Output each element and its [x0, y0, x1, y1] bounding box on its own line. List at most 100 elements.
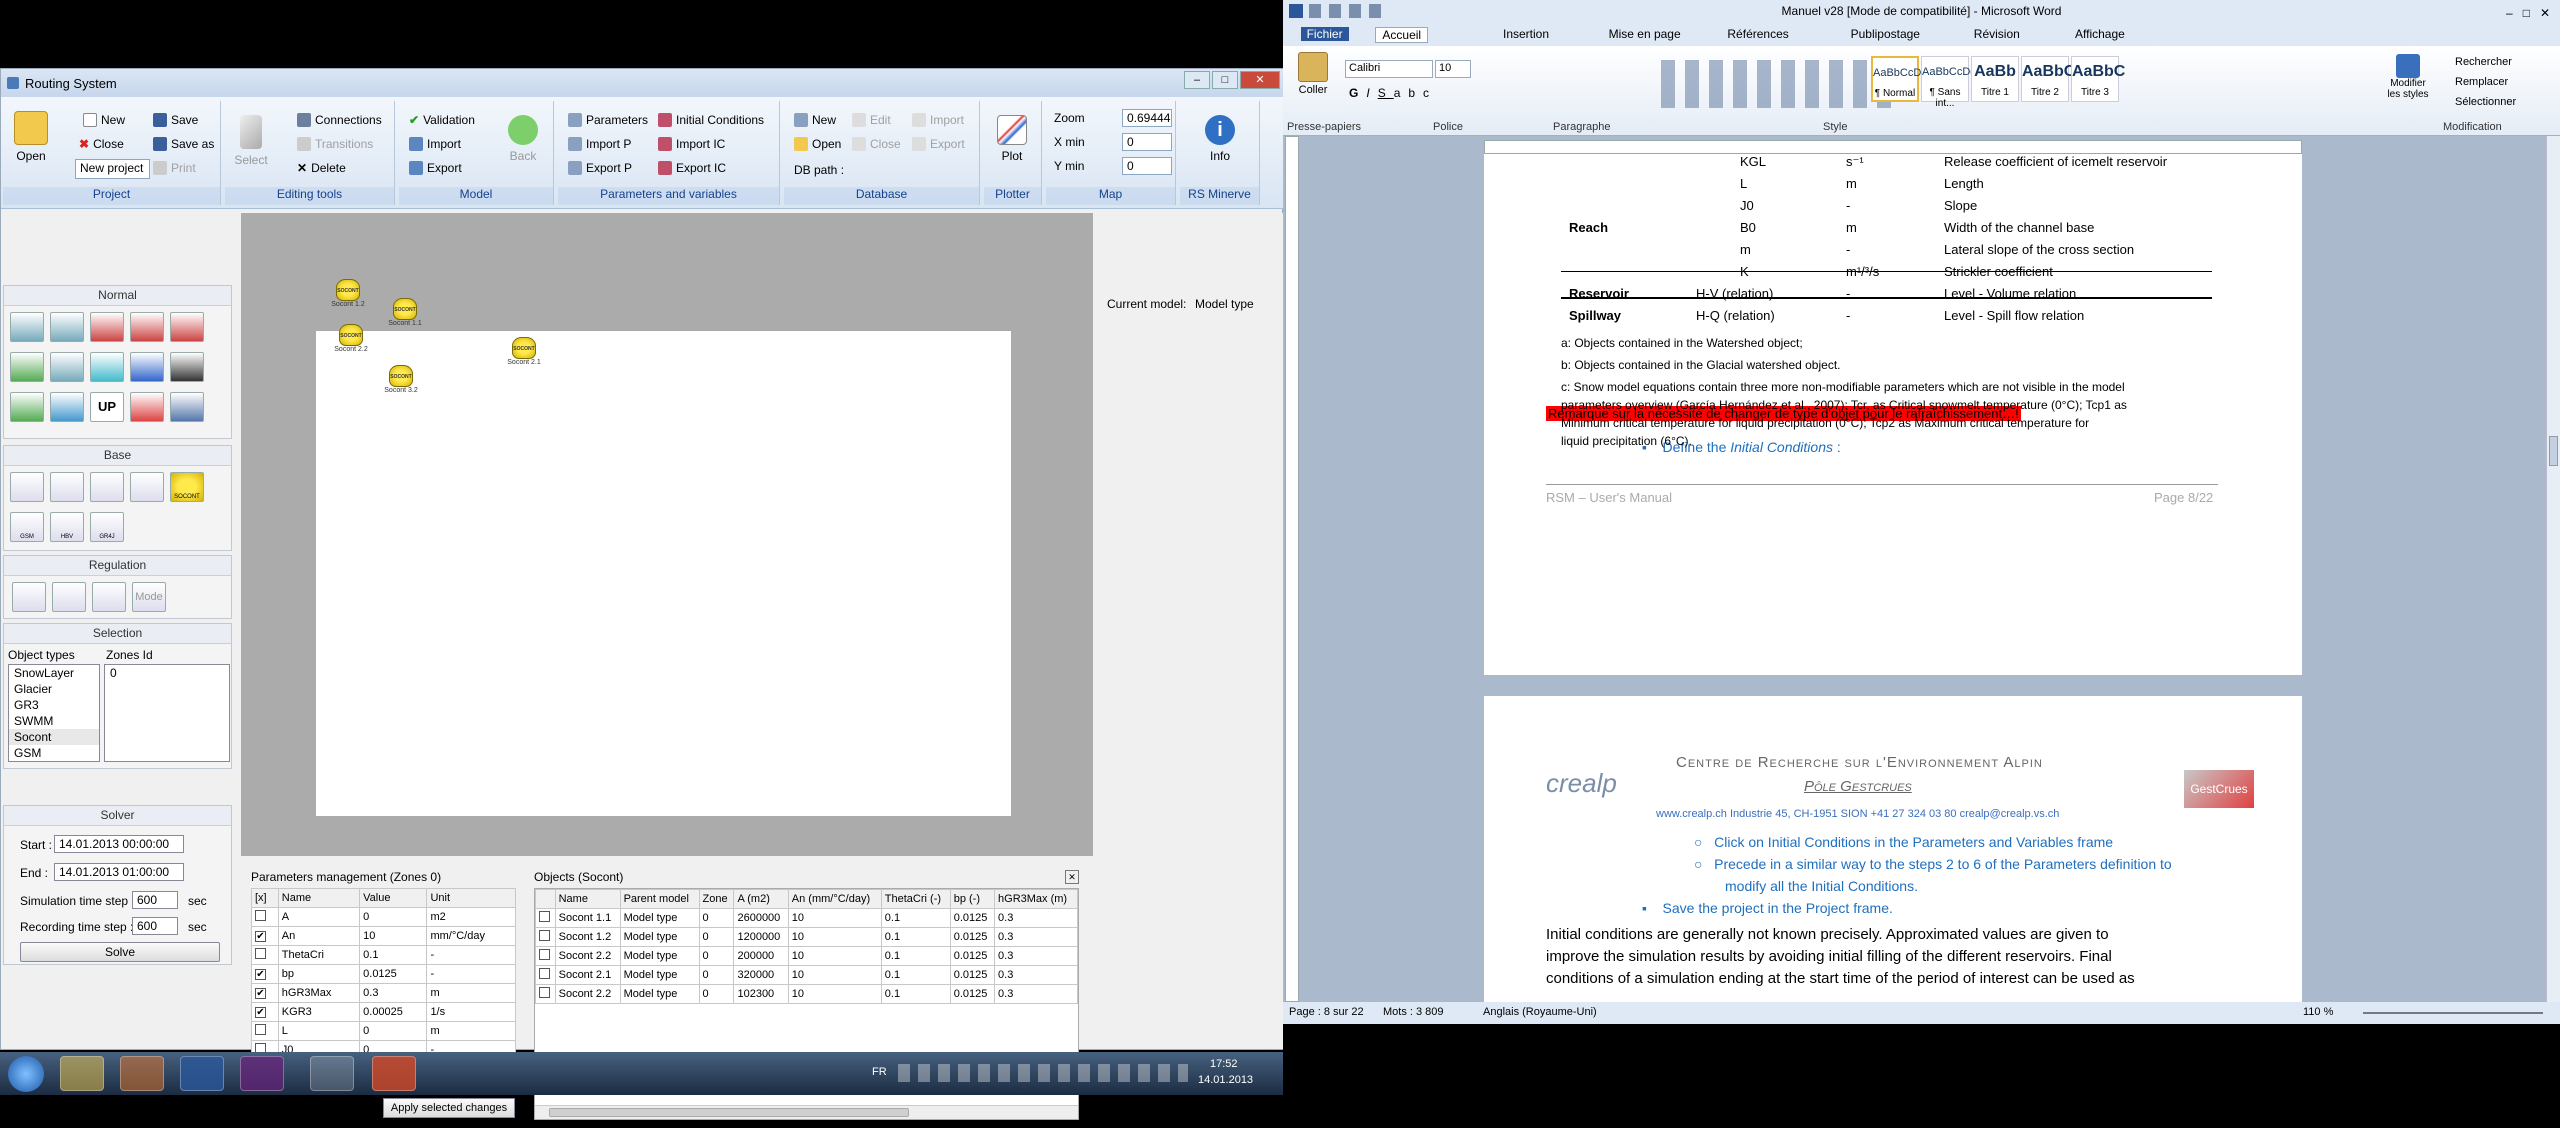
plot-button[interactable]: Plot [992, 115, 1032, 163]
minimize-button[interactable]: – [1184, 71, 1210, 89]
checkbox-checked-icon[interactable]: ✔ [255, 969, 266, 980]
object-cell[interactable]: 0.1 [880, 946, 951, 966]
clock-time[interactable]: 17:52 [1210, 1058, 1238, 1070]
normal-tool-1[interactable] [10, 312, 44, 342]
object-check-cell[interactable] [535, 946, 556, 966]
objects-header-cell[interactable]: bp (-) [949, 889, 996, 909]
object-cell[interactable]: 0.3 [994, 927, 1078, 947]
reservoir-tool[interactable] [12, 582, 46, 612]
param-row[interactable]: ✔ bp 0.0125- [251, 964, 516, 984]
object-cell[interactable]: 0.3 [994, 946, 1078, 966]
object-cell[interactable]: 10 [787, 908, 882, 928]
ymin-input[interactable]: 0 [1122, 157, 1172, 175]
base-tool-station[interactable] [90, 472, 124, 502]
close-button[interactable]: ✖ Close [79, 137, 124, 151]
object-row[interactable]: Socont 2.1 Model type 0 320000 10 0.1 0.0125 0.… [535, 965, 1078, 985]
checkbox-unchecked-icon[interactable] [539, 930, 550, 941]
back-button[interactable]: Back [503, 115, 543, 163]
socont-node[interactable]: SOCONT Socont 2.2 [331, 324, 371, 353]
print-button[interactable]: Print [153, 161, 196, 175]
status-zoom[interactable]: 110 % [2303, 1006, 2333, 1018]
word-tab[interactable]: Révision [1974, 27, 2020, 41]
transitions-button[interactable]: Transitions [297, 137, 373, 151]
close-objects-icon[interactable]: ✕ [1065, 870, 1079, 884]
object-cell[interactable]: 10 [787, 927, 882, 947]
params-header-cell[interactable]: Name [277, 888, 361, 908]
initial-conditions-button[interactable]: Initial Conditions [658, 113, 764, 127]
normal-tool-9[interactable] [130, 352, 164, 382]
base-tool-sensor[interactable] [130, 472, 164, 502]
normal-tool-8[interactable] [90, 352, 124, 382]
base-tool-hbv[interactable]: HBV [50, 512, 84, 542]
apply-changes-button[interactable]: Apply selected changes [383, 1098, 515, 1118]
normal-tool-12[interactable] [50, 392, 84, 422]
zones-id-list[interactable]: 0 [104, 664, 230, 762]
status-words[interactable]: Mots : 3 809 [1383, 1006, 1444, 1018]
object-cell[interactable]: 0 [698, 946, 735, 966]
turbine-tool[interactable] [52, 582, 86, 612]
export-p-button[interactable]: Export P [568, 161, 632, 175]
objects-header-cell[interactable]: hGR3Max (m) [994, 889, 1078, 909]
object-check-cell[interactable] [535, 927, 556, 947]
export-ic-button[interactable]: Export IC [658, 161, 726, 175]
object-check-cell[interactable] [535, 965, 556, 985]
xmin-input[interactable]: 0 [1122, 133, 1172, 151]
language-indicator[interactable]: FR [872, 1066, 887, 1078]
object-cell[interactable]: 0.0125 [949, 927, 996, 947]
object-type-item[interactable]: GSM [9, 745, 99, 761]
objects-header-cell[interactable]: Name [554, 889, 621, 909]
checkbox-unchecked-icon[interactable] [539, 987, 550, 998]
import-p-button[interactable]: Import P [568, 137, 631, 151]
param-check-cell[interactable]: ✔ [251, 983, 279, 1003]
params-header-cell[interactable]: Value [359, 888, 428, 908]
normal-tool-4[interactable] [130, 312, 164, 342]
object-type-item[interactable]: SWMM [9, 713, 99, 729]
zoom-input[interactable]: 0.69444 [1122, 109, 1172, 127]
object-cell[interactable]: 0 [698, 965, 735, 985]
param-row[interactable]: L0m [251, 1021, 516, 1041]
socont-node[interactable]: SOCONT Socont 1.1 [385, 298, 425, 327]
object-row[interactable]: Socont 1.2 Model type 0 1200000 10 0.1 0.0125 0… [535, 927, 1078, 947]
object-cell[interactable]: 2600000 [733, 908, 789, 928]
close-window-button[interactable]: ✕ [1240, 71, 1280, 89]
hydropower-tool[interactable] [92, 582, 126, 612]
object-check-cell[interactable] [535, 908, 556, 928]
validation-button[interactable]: ✔ Validation [409, 113, 475, 127]
db-new-button[interactable]: New [794, 113, 836, 127]
param-check-cell[interactable] [251, 945, 279, 965]
params-header-cell[interactable]: Unit [426, 888, 516, 908]
edit-command[interactable]: Sélectionner [2455, 96, 2516, 108]
model-canvas[interactable]: SOCONT Socont 1.2 SOCONT Socont 1.1 SOCONT So… [316, 279, 1011, 816]
normal-tool-15[interactable] [170, 392, 204, 422]
object-cell[interactable]: Socont 2.1 [554, 965, 621, 985]
socont-node[interactable]: SOCONT Socont 3.2 [381, 365, 421, 394]
paste-button[interactable]: Coller [1291, 52, 1335, 96]
checkbox-unchecked-icon[interactable] [539, 949, 550, 960]
param-row[interactable]: ✔ hGR3Max 0.3 m [251, 983, 516, 1003]
word-tab[interactable]: Références [1727, 27, 1788, 41]
objects-header-cell[interactable]: Parent model [619, 889, 700, 909]
normal-tool-7[interactable] [50, 352, 84, 382]
base-tool-snowlayer[interactable] [50, 472, 84, 502]
object-cell[interactable]: 0.3 [994, 965, 1078, 985]
checkbox-unchecked-icon[interactable] [539, 968, 550, 979]
object-type-item[interactable]: SnowLayer [9, 665, 99, 681]
object-cell[interactable]: 102300 [733, 984, 789, 1004]
object-row[interactable]: Socont 2.2 Model type 0 102300 10 0.1 0.0125 0.… [535, 984, 1078, 1004]
style-option[interactable]: AaBbCcDc ¶ Normal [1871, 56, 1927, 102]
checkbox-checked-icon[interactable]: ✔ [255, 1007, 266, 1018]
checkbox-unchecked-icon[interactable] [255, 948, 266, 959]
object-cell[interactable]: 10 [787, 984, 882, 1004]
socont-node[interactable]: SOCONT Socont 1.2 [328, 279, 368, 308]
object-cell[interactable]: Model type [619, 908, 700, 928]
delete-button[interactable]: ✕ Delete [297, 161, 346, 175]
clock-date[interactable]: 14.01.2013 [1198, 1074, 1253, 1086]
info-button[interactable]: i Info [1200, 115, 1240, 163]
taskbar-firefox-icon[interactable] [120, 1056, 164, 1091]
edit-command[interactable]: Rechercher [2455, 56, 2512, 68]
normal-tool-3[interactable] [90, 312, 124, 342]
base-tool-umbrella[interactable] [10, 472, 44, 502]
object-cell[interactable]: 0.1 [880, 984, 951, 1004]
param-row[interactable]: ✔ An 10 mm/°C/day [251, 926, 516, 946]
word-tab[interactable]: Affichage [2075, 27, 2125, 41]
